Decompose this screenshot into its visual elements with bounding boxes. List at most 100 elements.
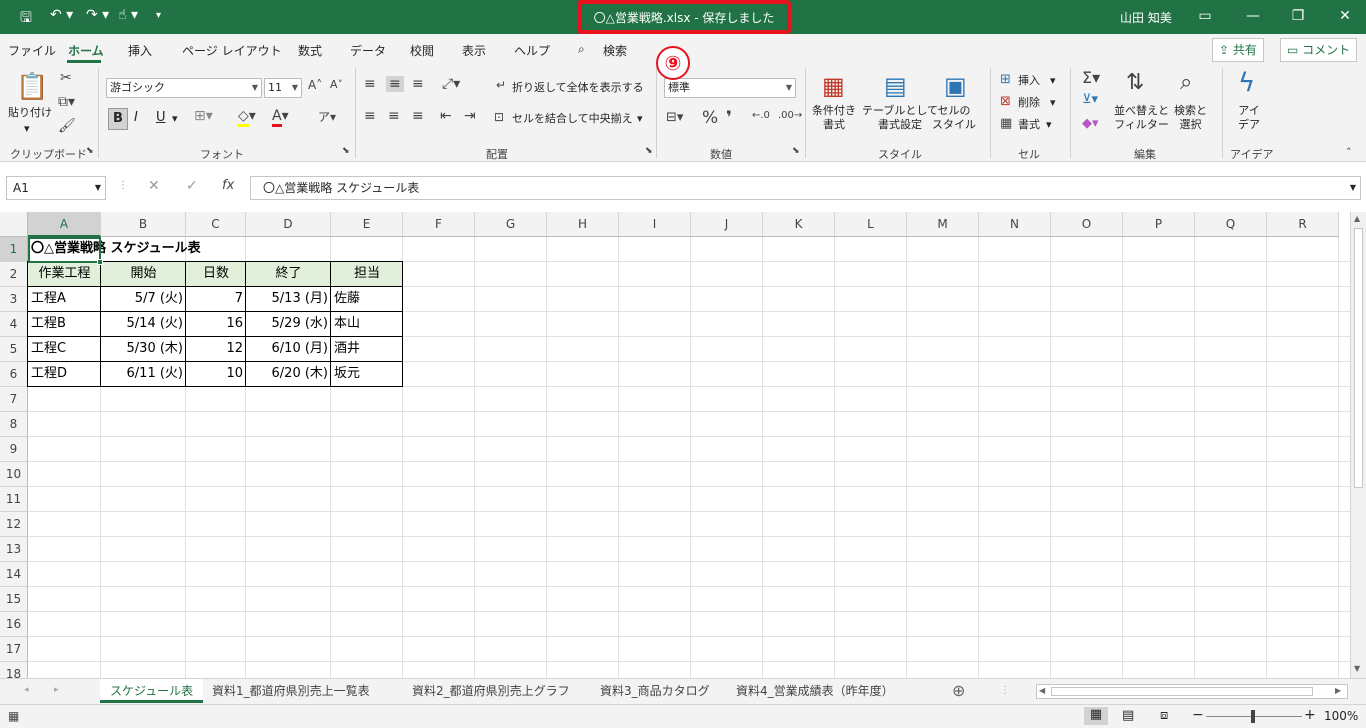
increase-indent-icon[interactable]: ⇥ — [464, 108, 476, 124]
align-bottom-icon[interactable]: ≡ — [412, 76, 424, 92]
collapse-ribbon-icon[interactable]: ˄ — [1346, 146, 1352, 159]
tab-view[interactable]: 表示 — [462, 42, 486, 59]
macro-record-icon[interactable]: ▦ — [8, 709, 19, 723]
format-as-table-icon[interactable]: ▤ — [884, 72, 907, 100]
table-cell[interactable]: 6/11 (火) — [101, 362, 186, 387]
underline-dropdown-icon[interactable]: ▾ — [172, 112, 178, 126]
sheet-tab-catalog[interactable]: 資料3_商品カタログ — [590, 679, 720, 703]
cell-styles-button[interactable]: セルの スタイル — [932, 104, 976, 132]
scroll-thumb[interactable] — [1354, 228, 1363, 488]
ideas-icon[interactable]: ϟ — [1238, 68, 1255, 98]
zoom-slider-thumb[interactable] — [1251, 710, 1255, 723]
sheet-tab-performance[interactable]: 資料4_営業成績表（昨年度） — [726, 679, 904, 703]
row-header[interactable]: 16 — [0, 612, 28, 637]
column-header[interactable]: A — [28, 212, 101, 237]
user-name[interactable]: 山田 知美 — [1120, 9, 1172, 26]
column-header[interactable]: C — [186, 212, 246, 237]
search-icon[interactable]: ⌕ — [578, 42, 585, 57]
table-header-cell[interactable]: 担当 — [331, 262, 403, 287]
insert-dropdown-icon[interactable]: ▾ — [1050, 74, 1056, 88]
column-header[interactable]: P — [1123, 212, 1195, 237]
cancel-icon[interactable]: ✕ — [148, 178, 160, 194]
table-cell[interactable]: 酒井 — [331, 337, 403, 362]
chevron-down-icon[interactable]: ▼ — [95, 177, 101, 199]
page-layout-view-icon[interactable]: ▤ — [1122, 708, 1134, 723]
worksheet-grid[interactable]: ABCDEFGHIJKLMNOPQR 1 2 3 4 5 6 7 8 9 10 11 12 13 14 15… — [0, 212, 1350, 678]
find-select-button[interactable]: 検索と 選択 — [1174, 104, 1207, 132]
row-header[interactable]: 8 — [0, 412, 28, 437]
table-cell[interactable]: 6/20 (木) — [246, 362, 331, 387]
underline-button[interactable]: U — [156, 111, 166, 125]
tab-home[interactable]: ホーム — [68, 42, 104, 59]
row-header[interactable]: 13 — [0, 537, 28, 562]
table-cell[interactable]: 5/14 (火) — [101, 312, 186, 337]
merge-dropdown-icon[interactable]: ▾ — [637, 112, 643, 126]
horizontal-scrollbar[interactable]: ◀ ▶ — [1036, 684, 1348, 699]
autosum-icon[interactable]: Σ▾ — [1082, 68, 1100, 87]
select-all-corner[interactable] — [0, 212, 28, 237]
table-cell[interactable]: 本山 — [331, 312, 403, 337]
scroll-up-icon[interactable]: ▲ — [1354, 214, 1360, 223]
insert-cells-icon[interactable]: ⊞ — [1000, 72, 1011, 87]
align-right-icon[interactable]: ≡ — [412, 108, 424, 124]
column-header[interactable]: R — [1267, 212, 1339, 237]
increase-decimal-icon[interactable]: ←.0 — [752, 110, 770, 121]
ideas-button[interactable]: アイ デア — [1238, 104, 1260, 132]
column-header[interactable]: O — [1051, 212, 1123, 237]
zoom-level[interactable]: 100% — [1324, 709, 1358, 723]
add-sheet-icon[interactable]: ⊕ — [952, 681, 965, 700]
conditional-format-icon[interactable]: ▦ — [822, 72, 845, 100]
row-header[interactable]: 18 — [0, 662, 28, 678]
scroll-tabs-left-icon[interactable]: ◂ — [24, 685, 29, 695]
table-cell[interactable]: 工程B — [28, 312, 101, 337]
table-cell[interactable]: 16 — [186, 312, 246, 337]
comma-style-button[interactable]: ❜ — [726, 108, 732, 128]
format-dropdown-icon[interactable]: ▾ — [1046, 118, 1052, 132]
column-header[interactable]: H — [547, 212, 619, 237]
column-header[interactable]: G — [475, 212, 547, 237]
close-icon[interactable]: ✕ — [1330, 4, 1360, 28]
font-name-select[interactable]: 游ゴシック ▼ — [106, 78, 262, 98]
table-cell[interactable]: 工程D — [28, 362, 101, 387]
align-center-icon[interactable]: ≡ — [388, 108, 400, 124]
table-cell[interactable]: 工程A — [28, 287, 101, 312]
wrap-text-icon[interactable]: ↵ — [496, 78, 506, 92]
delete-cells-button[interactable]: 削除 — [1018, 96, 1040, 110]
table-cell[interactable]: 12 — [186, 337, 246, 362]
column-header[interactable]: N — [979, 212, 1051, 237]
row-header[interactable]: 15 — [0, 587, 28, 612]
maximize-icon[interactable]: ❐ — [1283, 4, 1313, 28]
paste-button[interactable]: 貼り付け — [8, 106, 52, 120]
minimize-icon[interactable]: — — [1238, 4, 1268, 28]
row-header[interactable]: 17 — [0, 637, 28, 662]
phonetic-icon[interactable]: ア▾ — [318, 108, 336, 125]
table-cell[interactable]: 6/10 (月) — [246, 337, 331, 362]
percent-style-button[interactable]: % — [702, 108, 718, 128]
orientation-icon[interactable]: ⤢▾ — [442, 76, 460, 92]
font-size-select[interactable]: 11 ▼ — [264, 78, 302, 98]
table-header-cell[interactable]: 日数 — [186, 262, 246, 287]
alignment-launcher-icon[interactable]: ⬊ — [645, 146, 653, 156]
tab-search[interactable]: 検索 — [603, 42, 627, 59]
save-icon[interactable]: 🖫 — [20, 7, 32, 31]
clear-icon[interactable]: ◆▾ — [1082, 116, 1099, 131]
cut-icon[interactable]: ✂ — [60, 70, 72, 86]
row-header[interactable]: 6 — [0, 362, 28, 387]
font-color-icon[interactable]: A▾ — [272, 108, 289, 127]
row-header[interactable]: 1 — [0, 237, 28, 262]
page-break-view-icon[interactable]: ⧈ — [1160, 708, 1168, 723]
table-cell[interactable]: 5/30 (木) — [101, 337, 186, 362]
fill-handle[interactable] — [97, 259, 103, 265]
row-header[interactable]: 10 — [0, 462, 28, 487]
row-header[interactable]: 11 — [0, 487, 28, 512]
insert-function-icon[interactable]: fx — [222, 178, 234, 193]
decrease-decimal-icon[interactable]: .00→ — [778, 110, 802, 121]
paste-dropdown-icon[interactable]: ▾ — [24, 122, 30, 136]
accounting-format-icon[interactable]: ⊟▾ — [666, 110, 683, 125]
align-top-icon[interactable]: ≡ — [364, 76, 376, 92]
paste-icon[interactable]: 📋 — [16, 72, 48, 102]
insert-cells-button[interactable]: 挿入 — [1018, 74, 1040, 88]
undo-icon[interactable]: ↶ ▾ — [50, 7, 73, 23]
table-cell[interactable]: 佐藤 — [331, 287, 403, 312]
delete-cells-icon[interactable]: ⊠ — [1000, 94, 1011, 109]
